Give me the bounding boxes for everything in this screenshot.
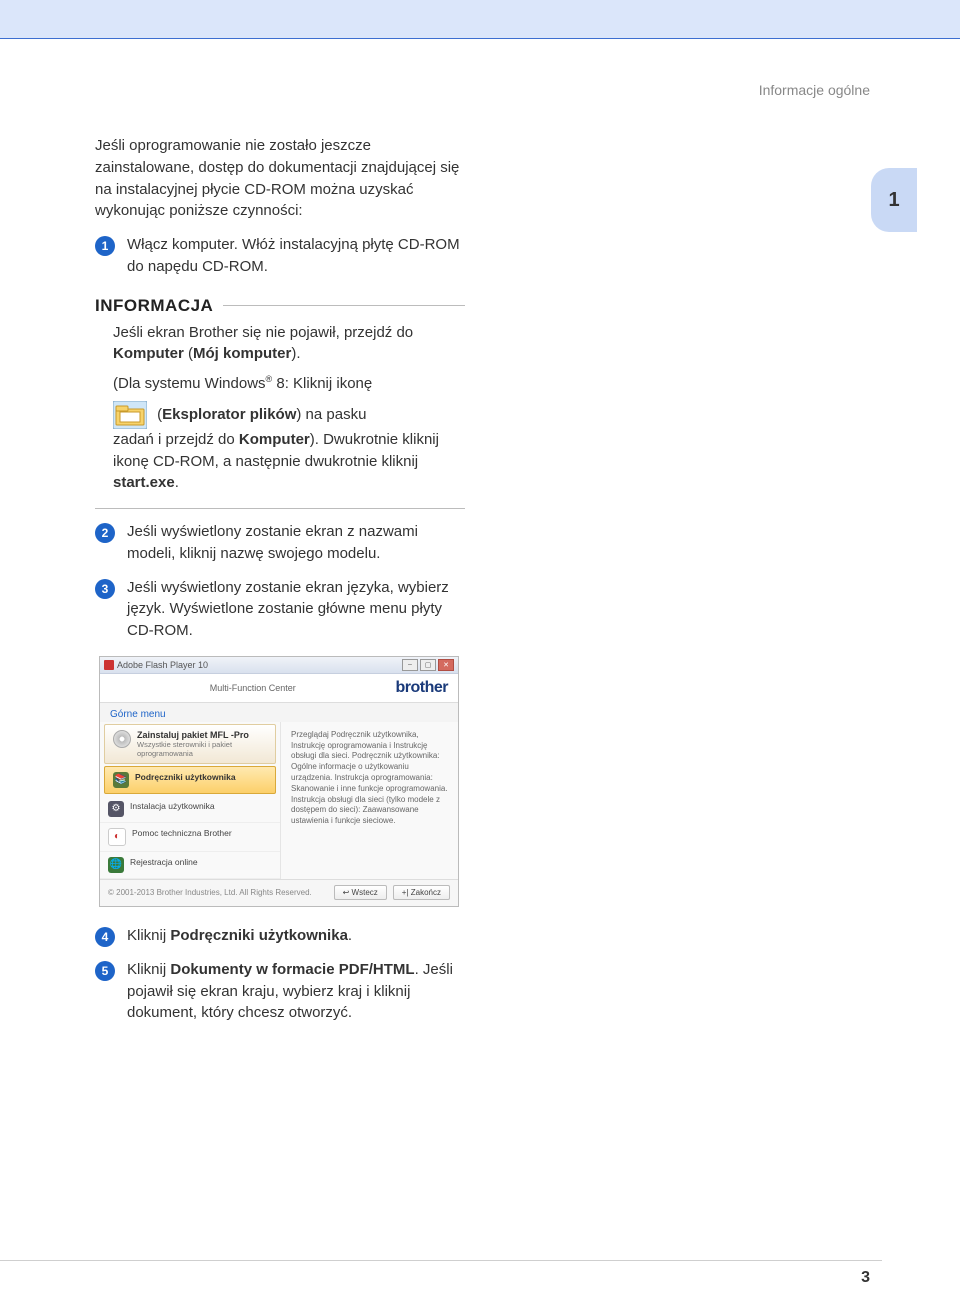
maximize-icon[interactable]: ▢ bbox=[420, 659, 436, 671]
info-heading-row: INFORMACJA bbox=[95, 296, 465, 316]
window-controls: – ▢ ✕ bbox=[402, 659, 454, 671]
menu-label: Górne menu bbox=[100, 703, 458, 722]
divider bbox=[95, 508, 465, 509]
step-badge: 5 bbox=[95, 961, 115, 981]
back-button[interactable]: ↩ Wstecz bbox=[334, 885, 387, 900]
divider bbox=[223, 305, 465, 306]
gear-icon: ⚙ bbox=[108, 801, 124, 817]
step-3: 3 Jeśli wyświetlony zostanie ekran język… bbox=[95, 577, 465, 642]
info-heading: INFORMACJA bbox=[95, 296, 213, 316]
step-text: Kliknij Podręczniki użytkownika. bbox=[127, 925, 465, 947]
menu-item-manuals[interactable]: 📚 Podręczniki użytkownika bbox=[104, 766, 276, 794]
step-5: 5 Kliknij Dokumenty w formacie PDF/HTML.… bbox=[95, 959, 465, 1024]
installer-body: Zainstaluj pakiet MFL -Pro Wszystkie ste… bbox=[100, 722, 458, 879]
brand-logo: brother bbox=[395, 679, 448, 697]
text: ( bbox=[184, 345, 193, 362]
step-text: Jeśli wyświetlony zostanie ekran języka,… bbox=[127, 577, 465, 642]
menu-description: Przeglądaj Podręcznik użytkownika, Instr… bbox=[281, 722, 458, 879]
text: ). bbox=[291, 345, 300, 362]
step-1: 1 Włącz komputer. Włóż instalacyjną płyt… bbox=[95, 234, 465, 278]
menu-item-support[interactable]: ◐ Pomoc techniczna Brother bbox=[100, 823, 280, 852]
minimize-icon[interactable]: – bbox=[402, 659, 418, 671]
chapter-tab: 1 bbox=[871, 168, 917, 232]
step-badge: 4 bbox=[95, 927, 115, 947]
globe-icon: 🌐 bbox=[108, 857, 124, 873]
text-bold: Mój komputer bbox=[193, 345, 291, 362]
step-badge: 3 bbox=[95, 579, 115, 599]
step-text: Jeśli wyświetlony zostanie ekran z nazwa… bbox=[127, 521, 465, 565]
text: (Dla systemu Windows bbox=[113, 375, 266, 392]
menu-item-custom-install[interactable]: ⚙ Instalacja użytkownika bbox=[100, 796, 280, 823]
step-text: Włącz komputer. Włóż instalacyjną płytę … bbox=[127, 234, 465, 278]
app-icon bbox=[104, 660, 114, 670]
book-icon: 📚 bbox=[113, 772, 129, 788]
text-bold: start.exe bbox=[113, 474, 175, 491]
exit-button[interactable]: +| Zakończ bbox=[393, 885, 450, 900]
text: . bbox=[348, 927, 352, 944]
chapter-number: 1 bbox=[888, 189, 899, 212]
item-subtitle: Wszystkie sterowniki i pakiet oprogramow… bbox=[137, 740, 267, 758]
info-body: Jeśli ekran Brother się nie pojawił, prz… bbox=[113, 322, 465, 495]
section-title: Informacje ogólne bbox=[759, 82, 870, 98]
document-page: Informacje ogólne 1 Jeśli oprogramowanie… bbox=[0, 0, 960, 1315]
button-label: Wstecz bbox=[352, 888, 378, 897]
item-label: Pomoc techniczna Brother bbox=[132, 828, 232, 838]
text: zadań i przejdź do bbox=[113, 431, 239, 448]
text: . bbox=[175, 474, 179, 491]
text: Kliknij bbox=[127, 927, 170, 944]
text: ) na pasku bbox=[296, 406, 366, 423]
step-4: 4 Kliknij Podręczniki użytkownika. bbox=[95, 925, 465, 947]
button-label: Zakończ bbox=[411, 888, 441, 897]
text-bold: Podręczniki użytkownika bbox=[170, 927, 348, 944]
text-bold: Eksplorator plików bbox=[162, 406, 296, 423]
item-label: Podręczniki użytkownika bbox=[135, 772, 236, 782]
text: Jeśli ekran Brother się nie pojawił, prz… bbox=[113, 324, 413, 341]
menu-list: Zainstaluj pakiet MFL -Pro Wszystkie ste… bbox=[100, 722, 281, 879]
text: Kliknij bbox=[127, 961, 170, 978]
close-icon[interactable]: ✕ bbox=[438, 659, 454, 671]
footer-divider bbox=[0, 1260, 882, 1261]
top-band bbox=[0, 0, 960, 39]
installer-screenshot: Adobe Flash Player 10 – ▢ ✕ Multi-Functi… bbox=[99, 656, 459, 907]
item-label: Rejestracja online bbox=[130, 857, 198, 867]
file-explorer-icon bbox=[113, 401, 147, 429]
page-number: 3 bbox=[861, 1269, 870, 1287]
text-bold: Dokumenty w formacie PDF/HTML bbox=[170, 961, 414, 978]
item-label: Instalacja użytkownika bbox=[130, 801, 215, 811]
step-text: Kliknij Dokumenty w formacie PDF/HTML. J… bbox=[127, 959, 465, 1024]
content-column: Jeśli oprogramowanie nie zostało jeszcze… bbox=[95, 135, 465, 1024]
support-icon: ◐ bbox=[108, 828, 126, 846]
intro-paragraph: Jeśli oprogramowanie nie zostało jeszcze… bbox=[95, 135, 465, 222]
item-title: Zainstaluj pakiet MFL -Pro bbox=[137, 730, 267, 740]
menu-item-install[interactable]: Zainstaluj pakiet MFL -Pro Wszystkie ste… bbox=[104, 724, 276, 764]
disc-icon bbox=[113, 730, 131, 748]
installer-header: Multi-Function Center brother bbox=[100, 674, 458, 703]
copyright: © 2001-2013 Brother Industries, Ltd. All… bbox=[108, 888, 312, 897]
menu-item-register[interactable]: 🌐 Rejestracja online bbox=[100, 852, 280, 879]
text-bold: Komputer bbox=[239, 431, 310, 448]
text-bold: Komputer bbox=[113, 345, 184, 362]
info-block: INFORMACJA Jeśli ekran Brother się nie p… bbox=[95, 296, 465, 510]
step-2: 2 Jeśli wyświetlony zostanie ekran z naz… bbox=[95, 521, 465, 565]
step-badge: 2 bbox=[95, 523, 115, 543]
text: ( bbox=[153, 406, 162, 423]
installer-footer: © 2001-2013 Brother Industries, Ltd. All… bbox=[100, 879, 458, 906]
window-title: Adobe Flash Player 10 bbox=[117, 660, 208, 670]
window-titlebar: Adobe Flash Player 10 – ▢ ✕ bbox=[100, 657, 458, 674]
header-center: Multi-Function Center bbox=[210, 683, 296, 693]
step-badge: 1 bbox=[95, 236, 115, 256]
text: 8: Kliknij ikonę bbox=[272, 375, 372, 392]
